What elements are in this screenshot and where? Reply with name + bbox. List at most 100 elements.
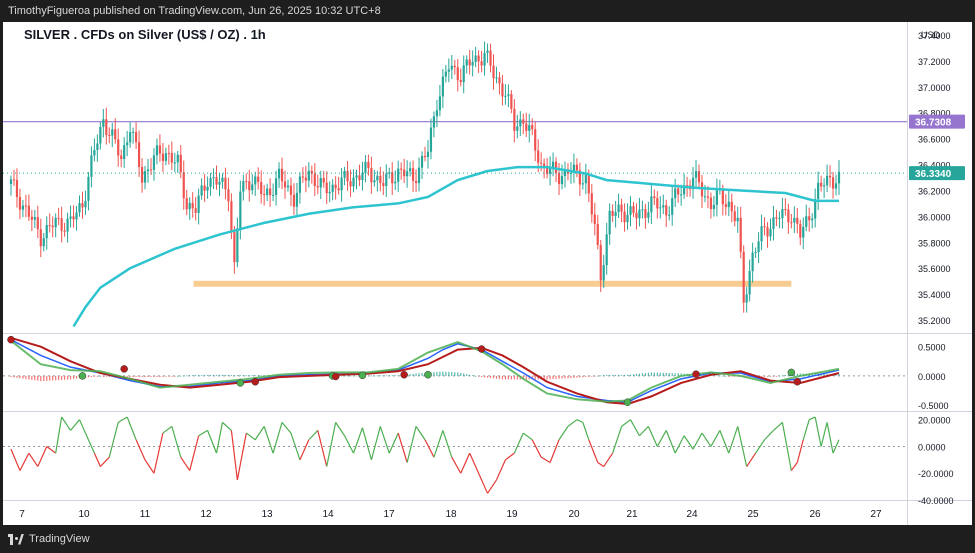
candle-body [498, 77, 501, 84]
oscillator-line [10, 416, 840, 494]
candle-body [775, 217, 778, 219]
macd-histogram-bar [662, 372, 664, 376]
oscillator-segment [162, 425, 173, 434]
candle-body [474, 55, 477, 63]
candle-body [575, 164, 578, 171]
macd-histogram-bar [650, 372, 652, 376]
candle-body [796, 217, 799, 224]
candle-body [623, 211, 626, 223]
macd-histogram-bar [495, 375, 498, 379]
macd-histogram-bar [43, 375, 45, 382]
macd-histogram-bar [457, 372, 459, 376]
macd-histogram-bar [644, 373, 647, 376]
macd-histogram-bar [558, 375, 560, 379]
candle-body [641, 209, 644, 211]
macd-histogram-bar [248, 375, 250, 377]
candle-body [760, 226, 763, 242]
candle-body [459, 80, 462, 83]
candle-body [167, 153, 170, 155]
candle-body [587, 173, 590, 194]
candle-body [215, 177, 218, 185]
macd-histogram-bar [236, 375, 238, 376]
oscillator-segment [558, 426, 569, 441]
macd-histogram-bar [198, 375, 200, 376]
macd-histogram-bar [224, 374, 227, 376]
macd-histogram-bar [394, 375, 396, 377]
oscillator-segment [808, 416, 816, 421]
candle-body [188, 202, 191, 210]
candle-body [388, 172, 391, 174]
candle-body [596, 224, 599, 245]
candle-body [659, 207, 662, 209]
macd-tick-label: 0.5000 [918, 343, 946, 353]
macd-histogram-bar [725, 375, 727, 377]
macd-histogram-bar [221, 374, 224, 376]
macd-histogram-bar [573, 375, 575, 378]
oscillator-segment [728, 426, 739, 454]
oscillator-segment [335, 422, 346, 437]
candle-body [51, 225, 54, 228]
candle-body [468, 59, 471, 66]
candle-body [313, 173, 316, 187]
macd-tick-label: -0.5000 [918, 401, 949, 411]
macd-cross-dot [358, 371, 367, 380]
macd-histogram-bar [96, 375, 98, 377]
candle-body [391, 172, 394, 184]
candle-body [39, 229, 42, 247]
candle-body [617, 204, 620, 213]
tradingview-logo[interactable]: TradingView [8, 533, 90, 545]
macd-histogram-bar [418, 373, 420, 376]
macd-histogram-bar [448, 371, 450, 376]
macd-histogram-bar [451, 372, 453, 376]
oscillator-segment [230, 430, 238, 480]
macd-histogram-bar [135, 375, 137, 377]
macd-histogram-bar [668, 373, 670, 376]
macd-histogram-bar [203, 375, 206, 376]
macd-histogram-bar [731, 375, 733, 377]
macd-histogram-bar [677, 373, 679, 376]
candle-body [400, 168, 403, 170]
oscillator-segment [522, 432, 533, 441]
candle-body [614, 212, 617, 216]
candle-body [179, 154, 182, 173]
candle-body [382, 183, 385, 187]
macd-histogram-bar [147, 375, 149, 377]
chart-area[interactable]: 35.2000 35.4000 35.6000 35.8000 36.0000 36.20… [3, 22, 972, 525]
oscillator-segment [701, 432, 712, 447]
macd-histogram-bar [454, 372, 456, 376]
time-tick-label: 13 [261, 509, 273, 520]
candle-body [406, 171, 409, 177]
macd-line [10, 339, 840, 403]
macd-histogram-bar [463, 373, 465, 376]
macd-histogram-bar [412, 373, 414, 376]
candle-body [346, 170, 349, 182]
candle-body [242, 181, 245, 192]
candle-body [343, 170, 346, 178]
candle-body [230, 201, 233, 233]
candle-body [286, 185, 290, 188]
oscillator-segment [19, 452, 30, 471]
macd-histogram-bar [376, 375, 378, 377]
oscillator-segment [790, 462, 798, 471]
macd-histogram-bar [606, 374, 608, 376]
oscillator-segment [180, 456, 191, 471]
candle-body [376, 175, 379, 181]
oscillator-segment [207, 430, 218, 454]
macd-histogram-bar [722, 375, 724, 377]
macd-histogram-bar [567, 375, 569, 379]
oscillator-segment [442, 430, 453, 458]
time-tick-label: 14 [322, 509, 334, 520]
macd-histogram-bar [635, 373, 638, 376]
macd-histogram-bar [212, 374, 215, 376]
candle-body [444, 71, 447, 77]
candle-body [489, 50, 492, 66]
candle-body [129, 132, 132, 143]
time-tick-label: 25 [747, 509, 759, 520]
chart-canvas[interactable]: 35.2000 35.4000 35.6000 35.8000 36.0000 36.20… [3, 22, 972, 525]
macd-histogram-bar [478, 375, 480, 377]
time-tick-label: 7 [19, 509, 25, 520]
candle-body [358, 175, 361, 181]
candle-body [471, 62, 474, 66]
candle-body [337, 188, 340, 191]
price-tick-label: 35.8000 [918, 238, 951, 248]
